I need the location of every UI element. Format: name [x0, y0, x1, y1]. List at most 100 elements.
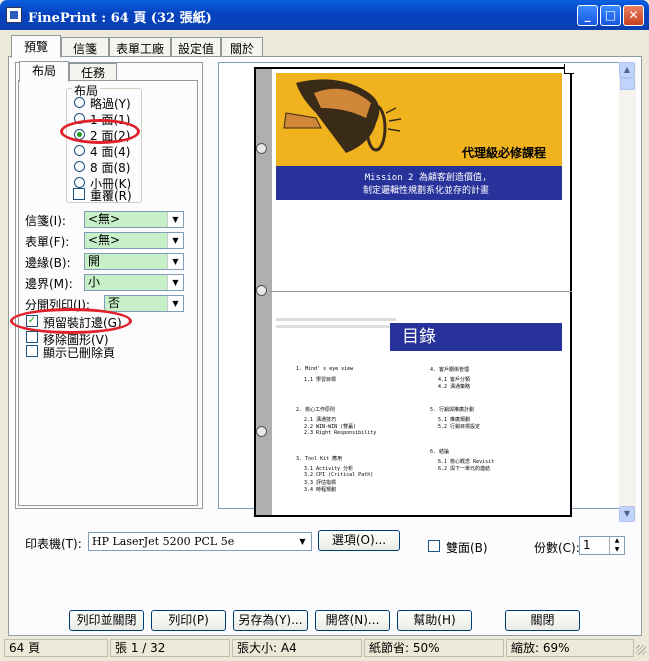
page-divider — [270, 291, 572, 292]
preview-scrollbar[interactable]: ▲ ▼ — [619, 62, 636, 522]
toc-entry: 4.2 溝通策略 — [438, 384, 471, 390]
binding-strip — [256, 69, 272, 515]
radio-skip-label: 略過(Y) — [90, 97, 131, 111]
radio-skip[interactable] — [74, 97, 85, 108]
tab-about[interactable]: 關於 — [221, 37, 263, 57]
tab-settings[interactable]: 設定值 — [171, 37, 221, 57]
window-title: FinePrint : 64 頁 (32 張紙) — [28, 11, 212, 26]
form-value: <無> — [88, 233, 121, 247]
toc-entry: 5. 行銷與推廣計劃 — [430, 407, 475, 413]
margin-value: 小 — [88, 275, 101, 289]
status-zoom: 縮放: 69% — [506, 639, 634, 657]
border-label: 邊緣(B): — [25, 256, 71, 270]
stationery-select[interactable]: <無> ▼ — [84, 211, 184, 228]
scroll-up-icon[interactable]: ▲ — [619, 62, 635, 78]
radio-8up-label: 8 面(8) — [90, 161, 131, 175]
tab-stationery[interactable]: 信箋 — [61, 37, 109, 57]
border-value: 開 — [88, 254, 101, 268]
separate-select[interactable]: 否 ▼ — [104, 295, 184, 312]
copies-value: 1 — [583, 538, 591, 552]
chevron-down-icon: ▼ — [167, 296, 183, 311]
help-button[interactable]: 幫助(H) — [397, 610, 472, 631]
remove-graphics-checkbox[interactable] — [26, 331, 38, 343]
status-pages: 64 頁 — [4, 639, 108, 657]
margin-select[interactable]: 小 ▼ — [84, 274, 184, 291]
mission-line-1: Mission 2 為顧客創造價值, — [364, 173, 488, 183]
duplex-label: 雙面(B) — [446, 541, 488, 555]
toc-entry: 1. Mind' s eye view — [296, 366, 354, 372]
punch-hole — [256, 285, 267, 296]
scroll-down-icon[interactable]: ▼ — [619, 506, 635, 522]
course-title: 代理級必修課程 — [462, 146, 547, 160]
form-label: 表單(F): — [25, 235, 70, 249]
printer-label: 印表機(T): — [25, 537, 82, 551]
duplex-checkbox[interactable] — [428, 540, 440, 552]
show-deleted-checkbox[interactable] — [26, 345, 38, 357]
chevron-down-icon: ▼ — [299, 537, 306, 546]
chevron-down-icon: ▼ — [167, 233, 183, 248]
close-button[interactable]: 關閉 — [505, 610, 580, 631]
toc-column-2: 4. 客戶關係管理 4.1 客戶分類 4.2 溝通策略 5. 行銷與推廣計劃 5… — [430, 366, 550, 472]
toc-entry: 3.3 評估指標 — [304, 480, 337, 486]
print-button[interactable]: 列印(P) — [151, 610, 226, 631]
border-select[interactable]: 開 ▼ — [84, 253, 184, 270]
toc-entry: 1.1 學習目標 — [304, 377, 337, 383]
toc-entry: 3.4 時程規劃 — [304, 487, 337, 493]
toc-entry: 2.2 WIN-WIN (雙贏) — [304, 424, 357, 430]
subtab-layout[interactable]: 布局 — [19, 61, 69, 82]
scroll-thumb[interactable] — [620, 78, 635, 90]
decor-line — [276, 318, 396, 321]
printer-select[interactable]: HP LaserJet 5200 PCL 5e ▼ — [88, 532, 312, 551]
status-paper-size: 張大小: A4 — [232, 639, 362, 657]
highlight-circle — [60, 119, 140, 144]
minimize-button[interactable]: _ — [577, 5, 598, 26]
toc-entry: 5.1 推廣規劃 — [438, 417, 471, 423]
tab-preview[interactable]: 預覽 — [11, 35, 61, 58]
copies-stepper[interactable]: 1 ▲ ▼ — [579, 536, 625, 555]
separate-value: 否 — [108, 296, 121, 310]
toc-entry: 4. 客戶關係管理 — [430, 367, 470, 373]
subtab-task[interactable]: 任務 — [69, 63, 117, 81]
print-and-close-button[interactable]: 列印並關閉 — [69, 610, 144, 631]
toc-entry: 4.1 客戶分類 — [438, 377, 471, 383]
toc-title: 目錄 — [390, 323, 562, 351]
chevron-down-icon: ▼ — [167, 212, 183, 227]
status-sheet: 張 1 / 32 — [110, 639, 230, 657]
show-deleted-label: 顯示已刪除頁 — [43, 346, 116, 360]
title-bar[interactable]: FinePrint : 64 頁 (32 張紙) _ □ ✕ — [0, 0, 649, 30]
tab-form-factory[interactable]: 表單工廠 — [109, 37, 171, 57]
open-button[interactable]: 開啓(N)... — [315, 610, 390, 631]
toc-entry: 2. 核心工作原則 — [296, 407, 336, 413]
margin-label: 邊界(M): — [25, 277, 73, 291]
toc-entry: 3.1 Activity 分析 — [304, 466, 354, 472]
punch-hole — [256, 426, 267, 437]
chevron-down-icon: ▼ — [167, 254, 183, 269]
radio-4up[interactable] — [74, 145, 85, 156]
mission-line-2: 制定邏輯性規劃系化並存的計畫 — [362, 186, 489, 196]
decor-line — [276, 325, 390, 328]
options-button[interactable]: 選項(O)... — [318, 530, 400, 551]
close-window-button[interactable]: ✕ — [623, 5, 644, 26]
app-icon[interactable] — [6, 7, 22, 23]
radio-4up-label: 4 面(4) — [90, 145, 131, 159]
save-as-button[interactable]: 另存為(Y)... — [233, 610, 308, 631]
repeat-label: 重覆(R) — [90, 189, 132, 203]
toc-column-1: 1. Mind' s eye view 1.1 學習目標 2. 核心工作原則 2… — [296, 366, 416, 493]
spin-up-icon[interactable]: ▲ — [609, 537, 624, 545]
stationery-label: 信箋(I): — [25, 214, 66, 228]
toc-entry: 2.3 Right Responsibility — [304, 430, 377, 436]
punch-hole — [256, 143, 267, 154]
copies-label: 份數(C): — [534, 541, 580, 555]
status-paper-saved: 紙節省: 50% — [364, 639, 504, 657]
page-curl — [564, 64, 574, 74]
repeat-checkbox[interactable] — [73, 188, 85, 200]
spin-down-icon[interactable]: ▼ — [609, 545, 624, 554]
resize-grip-icon[interactable] — [636, 645, 646, 655]
toc-entry: 5.2 行銷目標設定 — [438, 424, 481, 430]
toc-entry: 6.2 與下一單元的連結 — [438, 466, 491, 472]
maximize-button[interactable]: □ — [600, 5, 621, 26]
radio-8up[interactable] — [74, 161, 85, 172]
stationery-value: <無> — [88, 212, 121, 226]
form-select[interactable]: <無> ▼ — [84, 232, 184, 249]
radio-booklet[interactable] — [74, 177, 85, 188]
